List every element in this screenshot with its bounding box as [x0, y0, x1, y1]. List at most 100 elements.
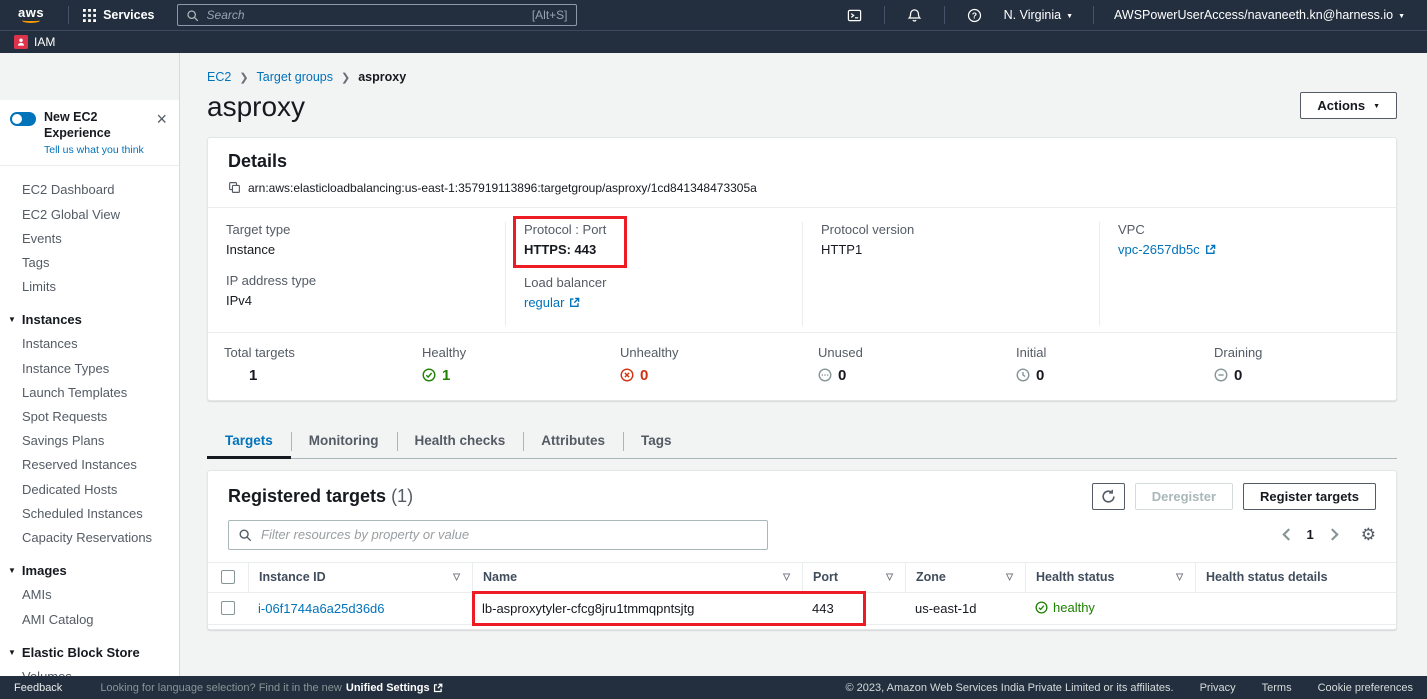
top-navigation-bar: aws Services [Alt+S] ?	[0, 0, 1427, 30]
services-menu-button[interactable]: Services	[79, 8, 158, 22]
refresh-button[interactable]	[1092, 483, 1125, 510]
close-icon[interactable]: ×	[152, 110, 171, 128]
privacy-link[interactable]: Privacy	[1200, 682, 1236, 694]
column-header-health-status[interactable]: Health status▽	[1025, 563, 1195, 592]
filter-input[interactable]	[259, 526, 758, 543]
bell-icon	[907, 8, 922, 23]
register-targets-button[interactable]: Register targets	[1243, 483, 1376, 510]
feedback-link[interactable]: Feedback	[14, 682, 62, 694]
tab-monitoring[interactable]: Monitoring	[291, 424, 397, 458]
help-icon: ?	[967, 8, 982, 23]
load-balancer-link[interactable]: regular	[524, 295, 580, 310]
sidebar-item-dedicated-hosts[interactable]: Dedicated Hosts	[0, 477, 179, 501]
chevron-down-icon: ▼	[1398, 13, 1405, 20]
new-experience-toggle[interactable]	[10, 112, 36, 126]
sidebar-section-instances[interactable]: ▼Instances	[0, 308, 179, 332]
pagination-next-icon[interactable]	[1328, 526, 1341, 543]
stat-unhealthy: Unhealthy 0	[604, 345, 802, 384]
cloudshell-button[interactable]	[835, 0, 874, 30]
pagination-prev-icon[interactable]	[1280, 526, 1293, 543]
ellipsis-circle-icon	[818, 368, 832, 382]
sidebar-section-elastic-block-store[interactable]: ▼Elastic Block Store	[0, 640, 179, 664]
health-status-badge: healthy	[1035, 600, 1095, 615]
instance-id-link[interactable]: i-06f1744a6a25d36d6	[258, 601, 385, 616]
sidebar-item-spot-requests[interactable]: Spot Requests	[0, 404, 179, 428]
column-header-name[interactable]: Name▽	[472, 563, 802, 592]
registered-targets-heading: Registered targets	[228, 486, 386, 506]
check-circle-icon	[1035, 601, 1048, 614]
sidebar-item-instances[interactable]: Instances	[0, 332, 179, 356]
breadcrumb-link-target-groups[interactable]: Target groups	[257, 70, 333, 84]
aws-logo-text: aws	[18, 7, 44, 18]
region-selector[interactable]: N. Virginia ▼	[994, 8, 1083, 22]
stat-initial: Initial 0	[1000, 345, 1198, 384]
help-button[interactable]: ?	[955, 0, 994, 30]
sidebar-item-tags[interactable]: Tags	[0, 250, 179, 274]
account-menu[interactable]: AWSPowerUserAccess/navaneeth.kn@harness.…	[1104, 8, 1415, 22]
table-header-row: Instance ID▽ Name▽ Port▽ Zone▽ Health st…	[208, 562, 1396, 593]
chevron-down-icon: ▼	[8, 566, 16, 575]
aws-logo[interactable]: aws	[18, 7, 44, 23]
details-heading: Details	[228, 151, 1376, 172]
sidebar-item-launch-templates[interactable]: Launch Templates	[0, 380, 179, 404]
divider	[944, 6, 945, 24]
target-zone-cell: us-east-1d	[905, 601, 1025, 616]
sidebar-section-images[interactable]: ▼Images	[0, 559, 179, 583]
tab-health-checks[interactable]: Health checks	[397, 424, 524, 458]
tab-tags[interactable]: Tags	[623, 424, 690, 458]
field-load-balancer: Load balancer regular	[524, 275, 784, 310]
tab-attributes[interactable]: Attributes	[523, 424, 623, 458]
page-number[interactable]: 1	[1307, 527, 1314, 542]
sidebar-item-reserved-instances[interactable]: Reserved Instances	[0, 453, 179, 477]
vpc-link[interactable]: vpc-2657db5c	[1118, 242, 1216, 257]
sidebar-item-capacity-reservations[interactable]: Capacity Reservations	[0, 525, 179, 549]
select-all-checkbox[interactable]	[221, 570, 235, 584]
global-search-box[interactable]: [Alt+S]	[177, 4, 577, 26]
filter-box[interactable]	[228, 520, 768, 550]
unified-settings-link[interactable]: Unified Settings	[346, 682, 443, 694]
sidebar-item-limits[interactable]: Limits	[0, 274, 179, 298]
iam-label: IAM	[34, 35, 55, 49]
terms-link[interactable]: Terms	[1262, 682, 1292, 694]
aws-logo-smile	[22, 18, 40, 23]
iam-shortcut[interactable]: IAM	[14, 35, 55, 49]
row-checkbox-cell	[208, 601, 248, 615]
sidebar-item-events[interactable]: Events	[0, 226, 179, 250]
sidebar-item-ec2-dashboard[interactable]: EC2 Dashboard	[0, 178, 179, 202]
field-vpc: VPC vpc-2657db5c	[1118, 222, 1378, 257]
notifications-button[interactable]	[895, 0, 934, 30]
copy-icon[interactable]	[228, 181, 241, 194]
sidebar-item-savings-plans[interactable]: Savings Plans	[0, 429, 179, 453]
breadcrumb-link-ec2[interactable]: EC2	[207, 70, 231, 84]
column-header-instance-id[interactable]: Instance ID▽	[248, 563, 472, 592]
tab-targets[interactable]: Targets	[207, 424, 291, 458]
search-input[interactable]	[205, 7, 526, 23]
deregister-button[interactable]: Deregister	[1135, 483, 1233, 510]
breadcrumb-current: asproxy	[358, 70, 406, 84]
sidebar-item-scheduled-instances[interactable]: Scheduled Instances	[0, 501, 179, 525]
tell-us-link[interactable]: Tell us what you think	[44, 144, 144, 156]
stat-healthy: Healthy 1	[406, 345, 604, 384]
search-shortcut: [Alt+S]	[532, 8, 568, 22]
external-link-icon	[569, 297, 580, 308]
field-protocol-version: Protocol version HTTP1	[821, 222, 1081, 257]
column-header-port[interactable]: Port▽	[802, 563, 905, 592]
chevron-right-icon: ❯	[333, 71, 358, 84]
sidebar-item-instance-types[interactable]: Instance Types	[0, 356, 179, 380]
sidebar-item-ami-catalog[interactable]: AMI Catalog	[0, 607, 179, 631]
sidebar-item-amis[interactable]: AMIs	[0, 583, 179, 607]
sidebar-item-volumes[interactable]: Volumes	[0, 664, 179, 676]
search-icon	[238, 528, 252, 542]
actions-button[interactable]: Actions ▼	[1300, 92, 1397, 119]
gear-icon[interactable]: ⚙	[1361, 526, 1376, 543]
details-grid: Target type Instance IP address type IPv…	[208, 207, 1396, 332]
cookie-preferences-link[interactable]: Cookie preferences	[1318, 682, 1413, 694]
detail-tabs: Targets Monitoring Health checks Attribu…	[207, 424, 1397, 459]
target-port-cell: 443	[802, 601, 905, 616]
row-checkbox[interactable]	[221, 601, 235, 615]
sidebar-item-ec2-global-view[interactable]: EC2 Global View	[0, 202, 179, 226]
sort-icon: ▽	[886, 572, 893, 583]
column-header-zone[interactable]: Zone▽	[905, 563, 1025, 592]
external-link-icon	[1205, 244, 1216, 255]
main-content: EC2 ❯ Target groups ❯ asproxy asproxy Ac…	[180, 53, 1427, 676]
